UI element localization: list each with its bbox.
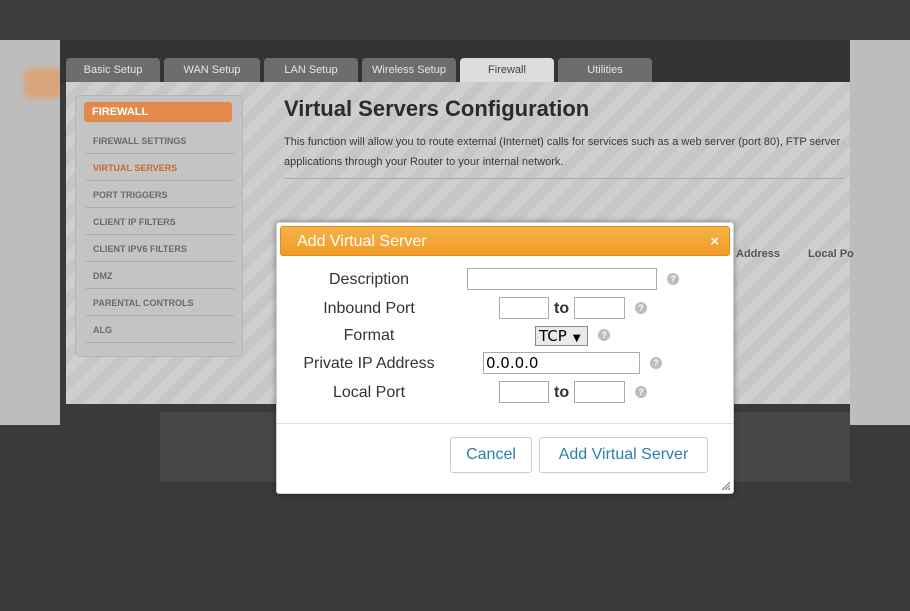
sidebar-item-virtual-servers[interactable]: VIRTUAL SERVERS <box>86 155 234 181</box>
help-icon[interactable]: ? <box>635 386 647 398</box>
tab-basic-setup[interactable]: Basic Setup <box>66 58 160 82</box>
help-icon[interactable]: ? <box>667 273 679 285</box>
tab-firewall[interactable]: Firewall <box>460 58 554 84</box>
description-line-2: applications through your Router to your… <box>284 156 564 168</box>
local-port-label: Local Port <box>332 384 406 401</box>
add-virtual-server-dialog: Add Virtual Server × Description ? Inbou… <box>276 222 734 494</box>
tab-utilities[interactable]: Utilities <box>558 58 652 82</box>
page-title: Virtual Servers Configuration <box>284 96 590 121</box>
inbound-port-from-input[interactable] <box>499 297 549 319</box>
local-port-from-input[interactable] <box>499 381 549 403</box>
description-input[interactable] <box>467 268 657 290</box>
column-header-local-port: Local Po <box>808 248 854 260</box>
help-icon[interactable]: ? <box>598 329 610 341</box>
private-ip-input[interactable] <box>483 352 640 374</box>
format-select[interactable]: TCP ▼ <box>535 326 588 346</box>
help-icon[interactable]: ? <box>635 302 647 314</box>
inbound-to-label: to <box>554 300 570 317</box>
inbound-port-label: Inbound Port <box>323 300 415 317</box>
cancel-button[interactable]: Cancel <box>450 437 532 473</box>
sidebar-item-dmz[interactable]: DMZ <box>86 263 234 289</box>
sidebar-item-alg[interactable]: ALG <box>86 317 234 343</box>
column-header-address: Address <box>736 248 781 260</box>
sidebar-item-client-ip-filters[interactable]: CLIENT IP FILTERS <box>86 209 234 235</box>
sidebar-item-parental-controls[interactable]: PARENTAL CONTROLS <box>86 290 234 316</box>
local-port-to-input[interactable] <box>574 381 625 403</box>
tab-wireless-setup[interactable]: Wireless Setup <box>362 58 456 82</box>
sidebar-heading: FIREWALL <box>84 102 232 122</box>
chevron-down-icon: ▼ <box>572 333 581 344</box>
local-to-label: to <box>554 384 570 401</box>
close-icon[interactable]: × <box>710 233 719 250</box>
help-icon[interactable]: ? <box>650 357 662 369</box>
sidebar-item-firewall-settings[interactable]: FIREWALL SETTINGS <box>86 128 234 154</box>
description-line-1: This function will allow you to route ex… <box>284 136 844 148</box>
firewall-sidebar: FIREWALL FIREWALL SETTINGS VIRTUAL SERVE… <box>75 95 243 357</box>
format-label: Format <box>343 327 395 344</box>
add-virtual-server-button[interactable]: Add Virtual Server <box>539 437 708 473</box>
backdrop-accent <box>24 68 64 98</box>
dialog-header: Add Virtual Server × <box>280 226 730 256</box>
description-label: Description <box>328 271 410 288</box>
sidebar-item-client-ipv6-filters[interactable]: CLIENT IPV6 FILTERS <box>86 236 234 262</box>
sidebar-item-port-triggers[interactable]: PORT TRIGGERS <box>86 182 234 208</box>
page-description: This function will allow you to route ex… <box>284 132 844 172</box>
format-selected-value: TCP <box>539 327 567 345</box>
dialog-title: Add Virtual Server <box>297 233 427 250</box>
backdrop-top <box>0 0 910 40</box>
divider <box>284 178 844 179</box>
backdrop-right <box>850 40 910 425</box>
tab-wan-setup[interactable]: WAN Setup <box>164 58 260 82</box>
top-tab-bar: Basic Setup WAN Setup LAN Setup Wireless… <box>60 40 850 84</box>
resize-grip-icon[interactable] <box>721 481 731 491</box>
inbound-port-to-input[interactable] <box>574 297 625 319</box>
dialog-divider <box>277 423 733 424</box>
tab-lan-setup[interactable]: LAN Setup <box>264 58 358 82</box>
private-ip-label: Private IP Address <box>303 355 435 372</box>
